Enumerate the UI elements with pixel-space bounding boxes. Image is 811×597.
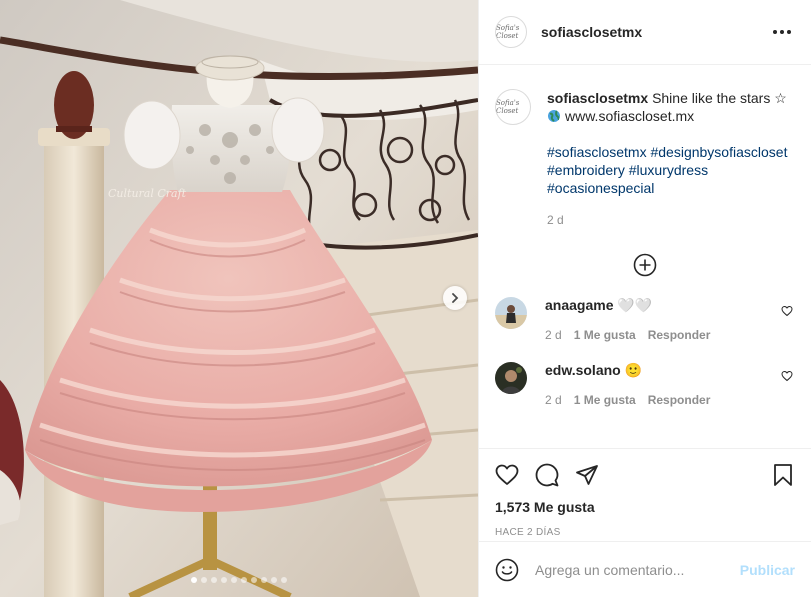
reply-button[interactable]: Responder	[648, 393, 711, 407]
hashtag-link[interactable]: #sofiasclosetmx	[547, 144, 647, 160]
commenter-avatar[interactable]	[495, 297, 527, 329]
load-more-comments	[495, 253, 795, 277]
caption-username[interactable]: sofiasclosetmx	[547, 90, 648, 106]
carousel-dot	[191, 577, 197, 583]
carousel-dot	[201, 577, 207, 583]
caption-link[interactable]: www.sofiascloset.mx	[565, 108, 694, 124]
heart-icon[interactable]	[781, 305, 793, 317]
heart-icon[interactable]	[781, 370, 793, 382]
post-header: Sofia's Closet sofiasclosetmx	[479, 0, 811, 65]
post-details-panel: Sofia's Closet sofiasclosetmx Sofia's Cl…	[478, 0, 811, 597]
author-username[interactable]: sofiasclosetmx	[541, 24, 642, 40]
post-caption: Sofia's Closet sofiasclosetmx Shine like…	[495, 89, 795, 229]
chevron-right-icon	[452, 293, 459, 303]
hashtag-link[interactable]: #embroidery	[547, 162, 625, 178]
carousel-indicator	[0, 577, 478, 583]
author-avatar[interactable]: Sofia's Closet	[495, 16, 527, 48]
globe-icon	[548, 110, 560, 122]
svg-text:Cultural Craft: Cultural Craft	[108, 187, 187, 200]
post-timestamp[interactable]: HACE 2 DÍAS	[495, 527, 795, 538]
comment-text: 🙂	[624, 362, 643, 378]
next-photo-button[interactable]	[443, 286, 467, 310]
hashtag-link[interactable]: #ocasionespecial	[547, 180, 654, 196]
publish-button[interactable]: Publicar	[740, 562, 795, 578]
instagram-post: Cultural Craft Sofia's Closet sofiasclos…	[0, 0, 811, 597]
hashtag-link[interactable]: #luxurydress	[629, 162, 708, 178]
comment-item: anaagame 🤍🤍 2 d 1 Me gusta Responder	[495, 297, 795, 342]
more-options-icon[interactable]	[769, 26, 795, 38]
carousel-dot	[241, 577, 247, 583]
carousel-dot	[271, 577, 277, 583]
caption-avatar[interactable]: Sofia's Closet	[495, 89, 531, 125]
comment-icon[interactable]	[535, 463, 559, 487]
post-media[interactable]: Cultural Craft	[0, 0, 478, 597]
comment-item: edw.solano 🙂 2 d 1 Me gusta Responder	[495, 362, 795, 407]
caption-timestamp[interactable]: 2 d	[547, 211, 795, 229]
carousel-dot	[211, 577, 217, 583]
hashtag-link[interactable]: #designbysofiascloset	[650, 144, 787, 160]
likes-count[interactable]: 1,573 Me gusta	[495, 499, 795, 515]
carousel-dot	[281, 577, 287, 583]
comment-text: 🤍🤍	[617, 297, 653, 313]
commenter-avatar[interactable]	[495, 362, 527, 394]
caption-text: Shine like the stars ☆	[652, 90, 787, 106]
comment-input[interactable]	[535, 561, 740, 578]
reply-button[interactable]: Responder	[648, 328, 711, 342]
comment-username[interactable]: anaagame	[545, 297, 613, 313]
smiley-icon[interactable]	[495, 558, 519, 582]
comment-likes[interactable]: 1 Me gusta	[574, 328, 636, 342]
comment-time[interactable]: 2 d	[545, 393, 562, 407]
carousel-dot	[221, 577, 227, 583]
carousel-dot	[261, 577, 267, 583]
caption-hashtags: #sofiasclosetmx #designbysofiascloset #e…	[547, 143, 795, 197]
bookmark-icon[interactable]	[771, 463, 795, 487]
paper-plane-icon[interactable]	[575, 463, 599, 487]
comment-likes[interactable]: 1 Me gusta	[574, 393, 636, 407]
carousel-dot	[231, 577, 237, 583]
heart-icon[interactable]	[495, 463, 519, 487]
comments-section: Sofia's Closet sofiasclosetmx Shine like…	[479, 65, 811, 448]
comment-username[interactable]: edw.solano	[545, 362, 621, 378]
carousel-dot	[251, 577, 257, 583]
post-actions: 1,573 Me gusta HACE 2 DÍAS	[479, 448, 811, 541]
dress-photo: Cultural Craft	[0, 0, 478, 597]
add-comment-bar: Publicar	[479, 541, 811, 597]
plus-circle-icon[interactable]	[633, 253, 657, 277]
comment-time[interactable]: 2 d	[545, 328, 562, 342]
